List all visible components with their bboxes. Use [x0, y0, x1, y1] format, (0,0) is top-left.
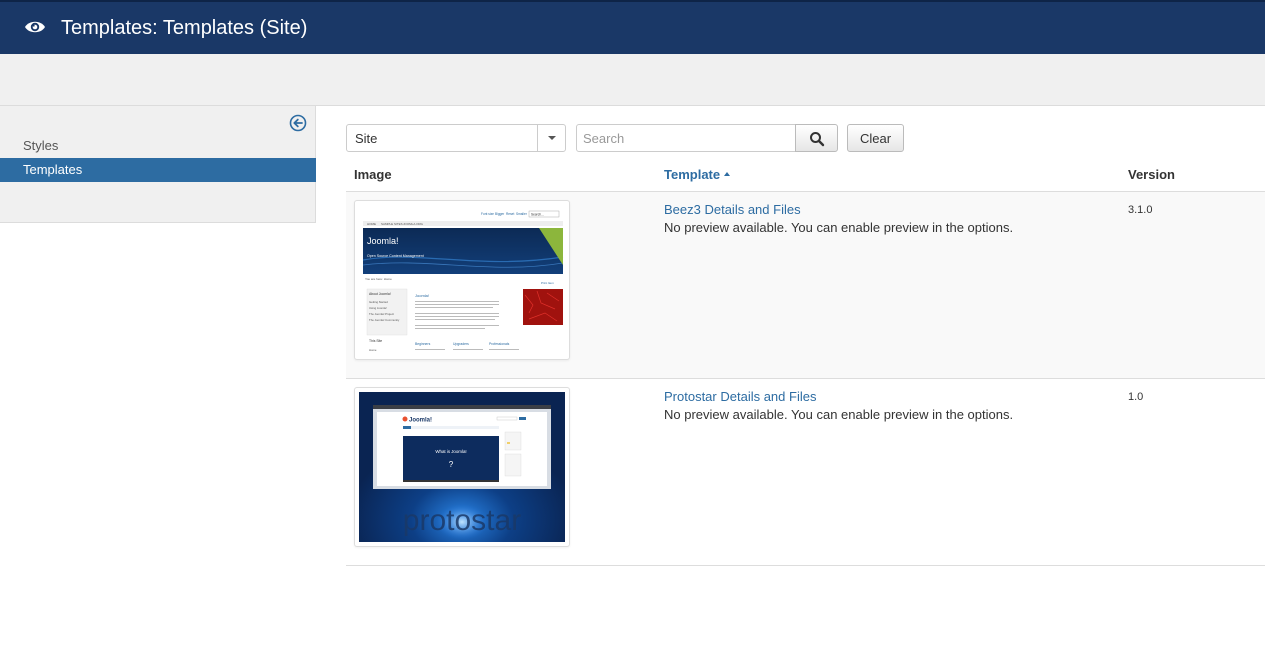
sidebar-item-label: Styles	[23, 138, 59, 153]
sidebar-item-styles[interactable]: Styles	[0, 134, 316, 158]
thumb-side-heading: This Site	[369, 339, 382, 343]
sidebar-item-templates[interactable]: Templates	[0, 158, 316, 182]
template-version: 3.1.0	[1128, 204, 1153, 216]
table-divider	[346, 565, 1265, 566]
column-header-version: Version	[1128, 167, 1175, 182]
column-header-template-label: Template	[664, 167, 721, 182]
thumb-side-link: Getting Started	[369, 300, 388, 304]
template-link-protostar[interactable]: Protostar Details and Files	[664, 389, 816, 404]
thumb-top-links: Font size	[481, 212, 494, 216]
sidebar: Styles Templates	[0, 106, 316, 223]
thumb-question: ?	[449, 460, 454, 469]
search-input[interactable]	[576, 124, 796, 152]
search-button[interactable]	[795, 124, 838, 152]
toolbar	[0, 54, 1265, 106]
protostar-thumbnail[interactable]: Joomla! What is Joomla! ? protostar	[354, 387, 570, 547]
client-select-value: Site	[355, 131, 378, 146]
arrow-circle-left-icon[interactable]	[289, 114, 307, 132]
thumb-video-text: What is Joomla!	[435, 449, 466, 454]
thumb-logo: Joomla!	[409, 418, 432, 424]
template-version: 1.0	[1128, 391, 1144, 403]
page-header: Templates: Templates (Site)	[0, 0, 1265, 54]
chevron-down-icon[interactable]	[537, 125, 565, 151]
column-header-template[interactable]: Template	[664, 167, 731, 182]
clear-button[interactable]: Clear	[847, 124, 904, 152]
column-header-image: Image	[354, 167, 392, 182]
thumb-nav: SAMPLE SITES	[381, 222, 403, 226]
client-select[interactable]: Site	[346, 124, 566, 152]
search-icon	[810, 132, 825, 147]
thumb-nav: HOME	[367, 222, 376, 226]
template-link-beez3[interactable]: Beez3 Details and Files	[664, 202, 801, 217]
sort-asc-icon	[724, 171, 731, 176]
sidebar-item-label: Templates	[23, 162, 83, 177]
thumb-side-link: The Joomla! Project	[369, 312, 394, 316]
protostar-preview-image: Joomla! What is Joomla! ? protostar	[359, 392, 565, 542]
thumb-search: Search...	[531, 213, 544, 217]
table-divider	[346, 378, 1265, 379]
thumb-nav: JOOMLA.ORG	[403, 222, 424, 226]
template-description: No preview available. You can enable pre…	[664, 220, 1014, 235]
beez3-thumbnail[interactable]: Font size Bigger Reset Smaller Search...…	[354, 200, 570, 360]
thumb-top-link: Smaller	[516, 212, 528, 216]
thumb-print-link: Print Item	[541, 281, 554, 285]
beez3-preview-image: Font size Bigger Reset Smaller Search...…	[359, 205, 565, 355]
thumb-top-link: Bigger	[495, 212, 505, 216]
thumb-article-title: Joomla!	[415, 293, 429, 298]
eye-icon	[25, 21, 45, 33]
thumb-tagline: Open Source Content Management	[367, 254, 424, 258]
thumb-side-link: The Joomla! Community	[369, 318, 400, 322]
thumb-breadcrumb: You are here: Home	[365, 277, 392, 281]
thumb-brand: protostar	[403, 504, 521, 537]
thumb-side-heading: About Joomla!	[369, 292, 391, 296]
thumb-col-head: Upgraders	[453, 342, 469, 346]
thumb-side-link: Using Joomla!	[369, 306, 387, 310]
thumb-brand: Joomla!	[367, 236, 399, 246]
thumb-col-head: Beginners	[415, 342, 431, 346]
thumb-side-link: Home	[369, 348, 377, 352]
thumb-col-head: Professionals	[489, 342, 510, 346]
template-description: No preview available. You can enable pre…	[664, 407, 1014, 422]
page-title: Templates: Templates (Site)	[61, 17, 308, 39]
thumb-top-link: Reset	[506, 212, 514, 216]
